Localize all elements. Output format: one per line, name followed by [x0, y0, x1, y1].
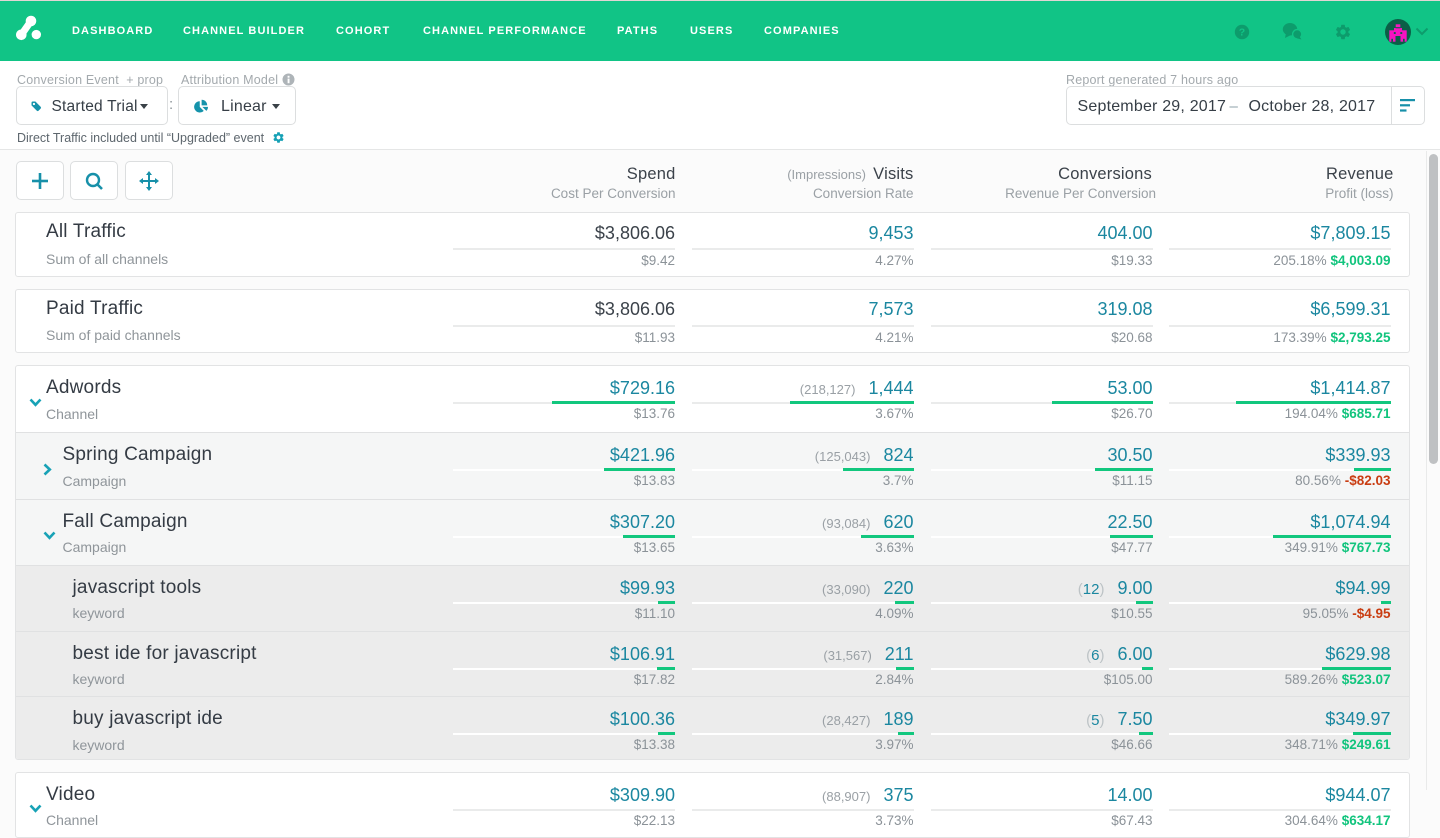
svg-text:?: ?: [1239, 27, 1245, 39]
